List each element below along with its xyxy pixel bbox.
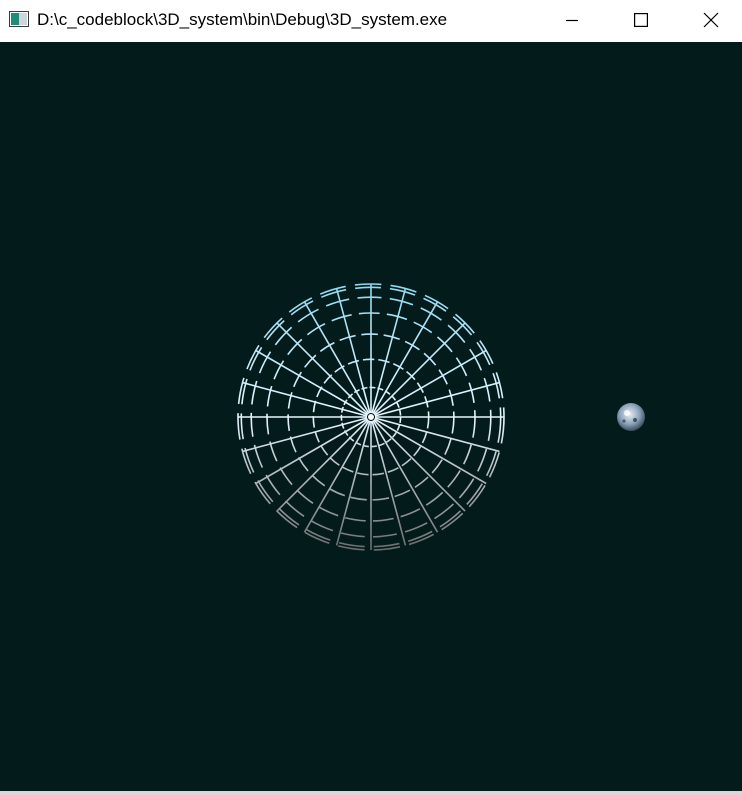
wireframe-sphere	[237, 283, 505, 551]
maximize-icon	[634, 13, 648, 27]
close-icon	[703, 12, 719, 28]
close-button[interactable]	[688, 0, 734, 40]
sphere-meridian	[276, 419, 369, 512]
console-app-icon	[9, 11, 29, 27]
window-bottom-edge	[0, 791, 742, 795]
sphere-meridian	[335, 288, 371, 414]
small-sphere-highlight	[624, 410, 630, 416]
sphere-meridian	[373, 419, 466, 512]
sphere-meridian	[242, 417, 368, 453]
sphere-meridian	[335, 420, 371, 546]
render-canvas[interactable]	[0, 42, 742, 791]
sphere-pole	[368, 414, 374, 420]
small-sphere-body	[617, 403, 645, 431]
scene-svg	[237, 283, 645, 551]
minimize-button[interactable]	[549, 0, 595, 40]
app-window: D:\c_codeblock\3D_system\bin\Debug\3D_sy…	[0, 0, 742, 795]
sphere-meridian	[374, 417, 500, 453]
small-sphere-spot	[633, 418, 637, 422]
title-bar[interactable]: D:\c_codeblock\3D_system\bin\Debug\3D_sy…	[0, 0, 742, 42]
small-sphere	[617, 403, 645, 431]
sphere-meridian	[371, 288, 407, 414]
sphere-meridian	[374, 381, 500, 417]
sphere-meridian	[276, 322, 369, 415]
sphere-meridian	[371, 420, 407, 546]
maximize-button[interactable]	[618, 0, 664, 40]
sphere-meridian	[242, 381, 368, 417]
small-sphere-spot	[622, 419, 626, 423]
window-title: D:\c_codeblock\3D_system\bin\Debug\3D_sy…	[37, 10, 448, 29]
sphere-meridian	[373, 322, 466, 415]
minimize-icon	[566, 19, 578, 22]
